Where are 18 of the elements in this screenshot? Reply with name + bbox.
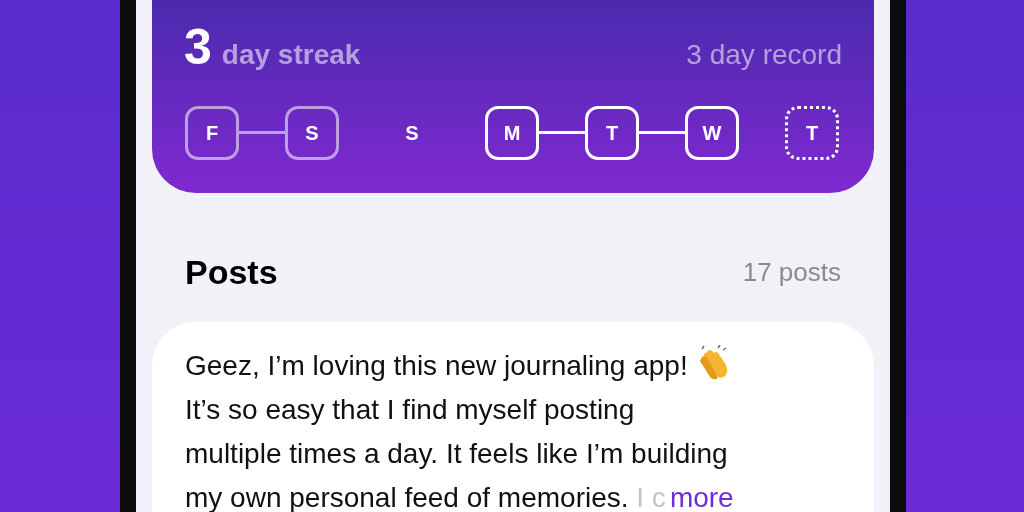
day-box: T	[585, 106, 639, 160]
streak-record: 3 day record	[686, 39, 842, 71]
post-text: It’s so easy that I find myself posting	[185, 393, 636, 427]
post-text: my own personal feed of memories. I c more	[185, 481, 735, 512]
posts-title: Posts	[185, 253, 278, 292]
streak-count: 3	[184, 18, 212, 76]
post-text: multiple times a day. It feels like I’m building	[185, 437, 729, 471]
day-letter: S	[404, 120, 420, 146]
streak-label: day streak	[221, 39, 361, 71]
day-box: M	[485, 106, 539, 160]
day-box: W	[685, 106, 739, 160]
day-box: S	[285, 106, 339, 160]
posts-count: 17 posts	[742, 257, 841, 288]
faded-text: I c	[636, 482, 666, 512]
more-link[interactable]: more	[669, 482, 734, 512]
day-box: F	[185, 106, 239, 160]
post-text: Geez, I’m loving this new journaling app!	[185, 344, 841, 388]
day-box: T	[785, 106, 839, 160]
